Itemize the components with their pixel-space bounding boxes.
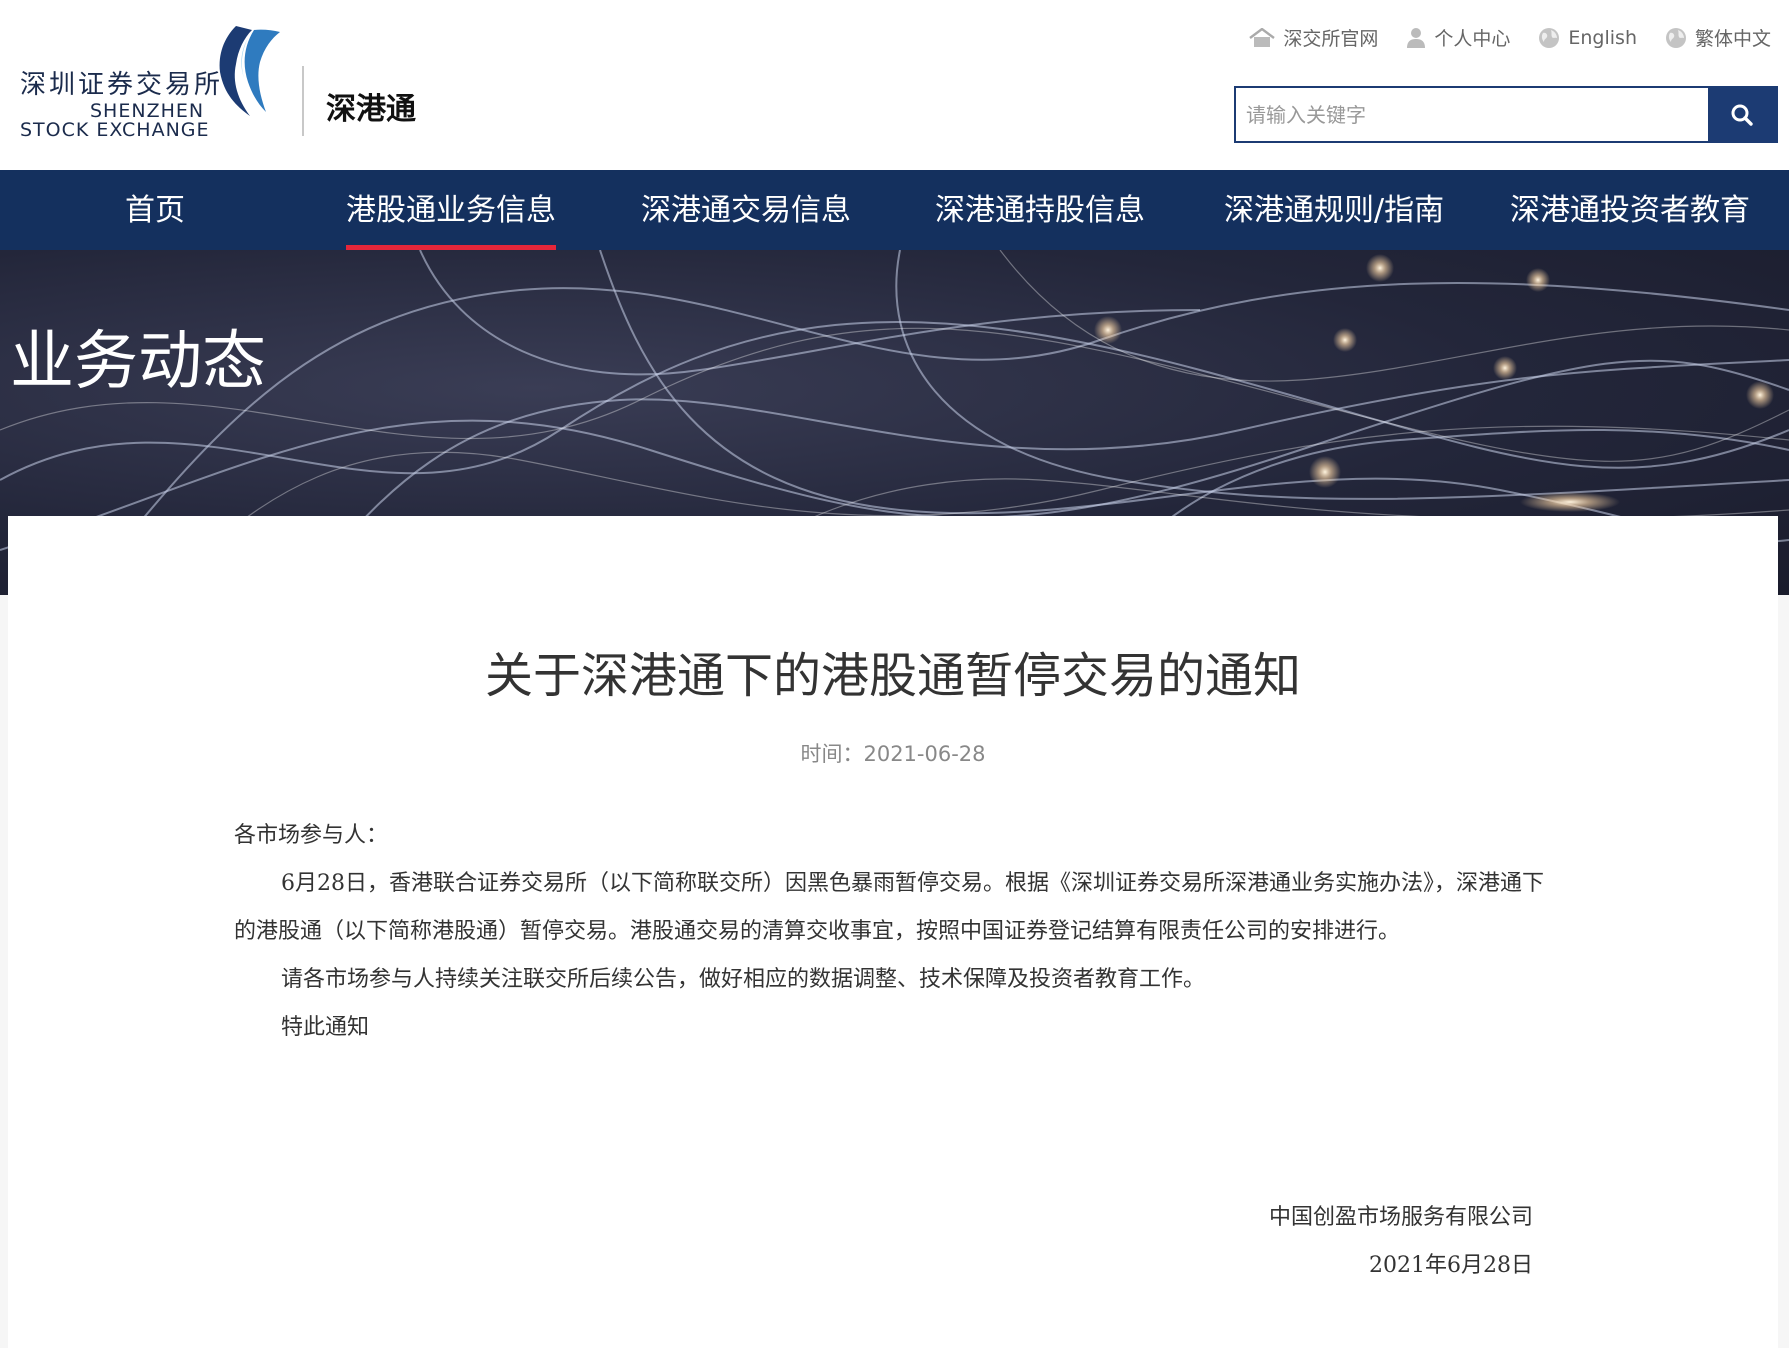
user-icon <box>1407 27 1426 48</box>
article-paragraph: 6月28日，香港联合证券交易所（以下简称联交所）因黑色暴雨暂停交易。根据《深圳证… <box>234 871 1544 944</box>
toplink-label: English <box>1568 26 1637 49</box>
toplink-traditional-chinese[interactable]: 繁体中文 <box>1665 24 1771 51</box>
home-icon <box>1249 27 1276 47</box>
search-button[interactable] <box>1708 88 1776 141</box>
nav-item-hk-connect-business[interactable]: 港股通业务信息 <box>346 170 556 250</box>
logo-chinese-name: 深圳证券交易所 <box>20 70 224 100</box>
nav-item-home[interactable]: 首页 <box>125 170 185 250</box>
toplink-label: 繁体中文 <box>1694 28 1771 50</box>
article-closing: 特此通知 <box>281 1015 370 1040</box>
nav-item-rules-guides[interactable]: 深港通规则/指南 <box>1224 170 1444 250</box>
top-links: 深交所官网 个人中心 English 繁体中文 <box>1249 24 1771 51</box>
time-value: 2021-06-28 <box>863 742 986 766</box>
time-label: 时间： <box>800 742 864 766</box>
search-icon <box>1731 104 1753 126</box>
toplink-szse-official[interactable]: 深交所官网 <box>1249 24 1378 51</box>
nav-item-investor-education[interactable]: 深港通投资者教育 <box>1510 170 1750 250</box>
logo-english-line2: STOCK EXCHANGE <box>20 119 210 141</box>
globe-icon <box>1665 27 1686 48</box>
brand-title[interactable]: 深港通 <box>326 84 416 128</box>
search-box <box>1234 86 1778 143</box>
toplink-english[interactable]: English <box>1538 24 1637 51</box>
article-paragraph: 请各市场参与人持续关注联交所后续公告，做好相应的数据调整、技术保障及投资者教育工… <box>281 967 1206 992</box>
logo-divider <box>302 66 304 136</box>
globe-icon <box>1539 27 1560 48</box>
article-signer: 中国创盈市场服务有限公司 <box>1268 1205 1533 1230</box>
article-salutation: 各市场参与人： <box>234 823 389 848</box>
article-title: 关于深港通下的港股通暂停交易的通知 <box>484 648 1301 704</box>
toplink-label: 深交所官网 <box>1283 28 1379 50</box>
search-input[interactable] <box>1236 88 1706 141</box>
article-card: 关于深港通下的港股通暂停交易的通知 时间：2021-06-28 各市场参与人： … <box>8 516 1778 1348</box>
article-publish-time: 时间：2021-06-28 <box>8 738 1778 768</box>
toplink-personal-center[interactable]: 个人中心 <box>1406 24 1510 51</box>
banner-title: 业务动态 <box>10 325 266 399</box>
szse-logo[interactable]: 深圳证券交易所 SHENZHEN STOCK EXCHANGE <box>18 22 288 147</box>
nav-item-trading-info[interactable]: 深港通交易信息 <box>641 170 851 250</box>
nav-item-holdings-info[interactable]: 深港通持股信息 <box>935 170 1145 250</box>
logo-mark-icon <box>219 26 280 116</box>
article-sign-date: 2021年6月28日 <box>1369 1253 1533 1278</box>
article-body: 各市场参与人： 6月28日，香港联合证券交易所（以下简称联交所）因黑色暴雨暂停交… <box>234 812 1564 1052</box>
main-nav: 首页 港股通业务信息 深港通交易信息 深港通持股信息 深港通规则/指南 深港通投… <box>0 170 1789 250</box>
toplink-label: 个人中心 <box>1434 28 1511 50</box>
site-header: 深圳证券交易所 SHENZHEN STOCK EXCHANGE 深港通 深交所官… <box>0 0 1789 170</box>
